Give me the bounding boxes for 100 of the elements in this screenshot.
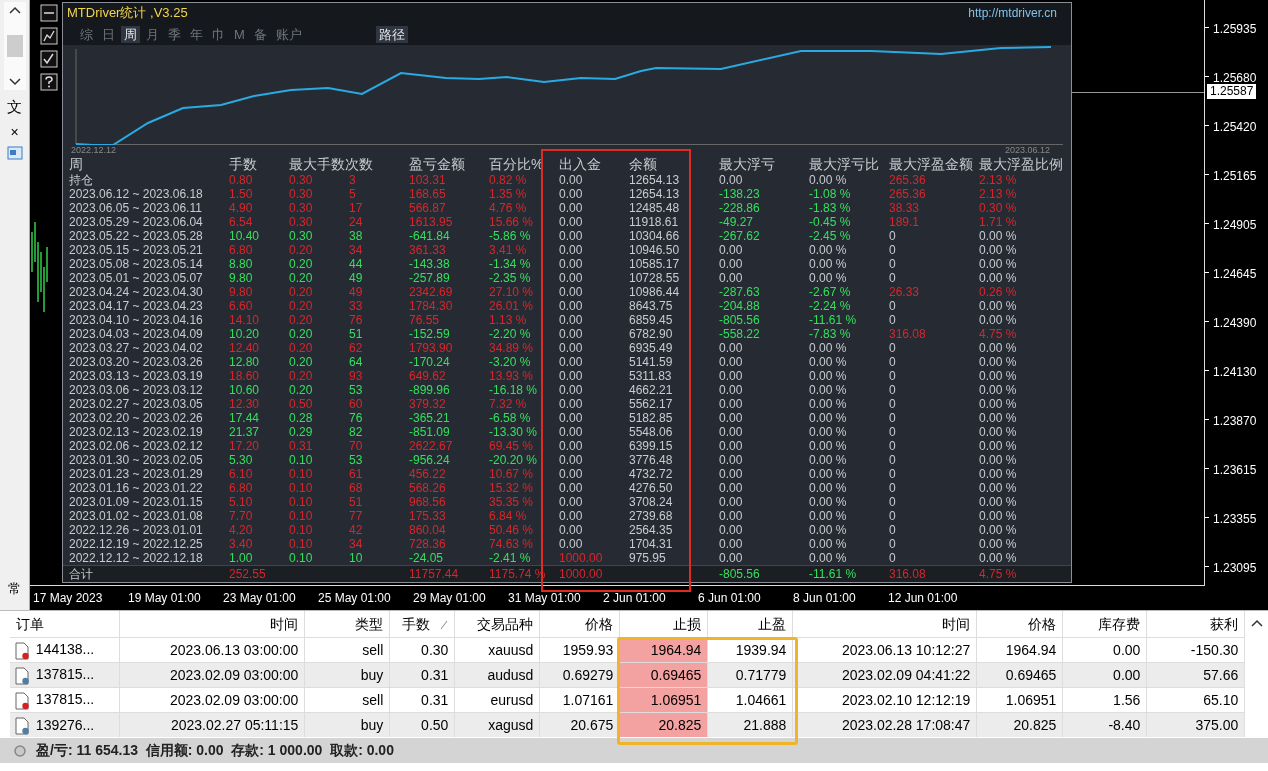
tab[interactable]: 巾 bbox=[209, 25, 228, 43]
table-cell-text: -228.86 bbox=[719, 201, 761, 215]
path-button[interactable]: 路径 bbox=[375, 25, 408, 43]
table-cell-text: 0.00 % bbox=[979, 355, 1018, 369]
scroll-up-icon[interactable] bbox=[8, 6, 21, 14]
table-cell-text: -1.08 % bbox=[809, 187, 852, 201]
tab[interactable]: 年 bbox=[187, 25, 206, 43]
table-cell-text: 0.00 bbox=[559, 341, 584, 355]
scroll-down-icon[interactable] bbox=[8, 78, 21, 86]
tab[interactable]: M bbox=[231, 25, 248, 43]
scroll-up-icon[interactable] bbox=[1250, 619, 1263, 627]
table-cell-text: 0 bbox=[889, 495, 897, 509]
table-cell-text: 0.00 bbox=[559, 411, 584, 425]
table-cell-text: 2023.03.13 ~ 2023.03.19 bbox=[69, 369, 204, 383]
table-cell-text: 1793.90 bbox=[409, 341, 454, 355]
table-cell-text: 0.00 bbox=[719, 453, 744, 467]
column-header[interactable]: 止损 bbox=[619, 611, 708, 637]
help-icon[interactable] bbox=[40, 73, 58, 91]
table-cell-text: 26.33 bbox=[889, 285, 921, 299]
scrollbar[interactable] bbox=[3, 2, 26, 90]
column-header[interactable]: 手数 bbox=[389, 611, 455, 637]
column-header: 余额 bbox=[629, 155, 657, 173]
axis-label: 31 May 01:00 bbox=[508, 590, 582, 607]
column-header: 最大浮亏 bbox=[719, 155, 775, 173]
axis-label: 1.24905 bbox=[1213, 217, 1257, 234]
table-cell-text: -287.63 bbox=[719, 285, 761, 299]
table-cell-text: 0 bbox=[889, 355, 897, 369]
table-cell-text: 34.89 % bbox=[489, 341, 535, 355]
tab[interactable]: 季 bbox=[165, 25, 184, 43]
table-cell-text: 0 bbox=[889, 243, 897, 257]
table-cell-text: 0.20 bbox=[289, 341, 314, 355]
table-cell-text: 2023.01.23 ~ 2023.01.29 bbox=[69, 467, 204, 481]
table-cell-text: 0.00 bbox=[559, 173, 584, 187]
table-cell-text: -365.21 bbox=[409, 411, 451, 425]
table-cell-text: 12654.13 bbox=[629, 173, 681, 187]
column-header[interactable]: 时间 bbox=[119, 611, 305, 637]
tab[interactable]: 备 bbox=[250, 25, 270, 43]
table-cell-text: 76 bbox=[349, 313, 364, 327]
column-header[interactable]: 类型 bbox=[304, 611, 390, 637]
table-cell: 57.66 bbox=[1146, 662, 1245, 687]
table-cell-text: 2023.06.12 ~ 2023.06.18 bbox=[69, 187, 204, 201]
column-header[interactable]: 库存费 bbox=[1062, 611, 1147, 637]
table-cell-text: 0.00 bbox=[559, 509, 584, 523]
table-cell-text: 0.00 % bbox=[809, 257, 848, 271]
table-cell-text: 1.13 % bbox=[489, 313, 528, 327]
column-header[interactable]: 订单 bbox=[9, 611, 120, 637]
table-cell-text: 10 bbox=[349, 551, 364, 565]
table-cell-text: 2.13 % bbox=[979, 173, 1018, 187]
column-header[interactable]: 价格 bbox=[539, 611, 620, 637]
table-cell-text: 2023.06.05 ~ 2023.06.11 bbox=[69, 201, 203, 215]
table-cell-text: 0.00 % bbox=[979, 523, 1018, 537]
column-header[interactable]: 价格 bbox=[976, 611, 1063, 637]
table-cell-text: 0.20 bbox=[289, 369, 314, 383]
table-cell-text: 0.10 bbox=[289, 537, 314, 551]
table-cell-text: -851.09 bbox=[409, 425, 451, 439]
tab[interactable]: 日 bbox=[99, 25, 118, 43]
table-cell-text: 38.33 bbox=[889, 201, 921, 215]
column-header[interactable]: 止盈 bbox=[707, 611, 793, 637]
tab-label[interactable]: 文 bbox=[7, 98, 22, 116]
table-cell-text: 62 bbox=[349, 341, 364, 355]
table-cell-text: 0.10 bbox=[289, 467, 314, 481]
table-cell-text: 34 bbox=[349, 537, 364, 551]
column-header[interactable]: 交易品种 bbox=[454, 611, 540, 637]
table-cell-text: 0.00 % bbox=[809, 243, 848, 257]
table-cell-text: 6.84 % bbox=[489, 509, 528, 523]
table-cell-text: 5 bbox=[349, 187, 357, 201]
check-icon[interactable] bbox=[40, 50, 58, 68]
table-cell-text: 6782.90 bbox=[629, 327, 674, 341]
tab[interactable]: 月 bbox=[143, 25, 162, 43]
chart-icon[interactable] bbox=[40, 27, 58, 45]
table-cell-text: 2023.01.09 ~ 2023.01.15 bbox=[69, 495, 204, 509]
table-cell-text: 70 bbox=[349, 439, 364, 453]
tab-label[interactable]: 常 bbox=[8, 578, 21, 598]
table-cell-text: 168.65 bbox=[409, 187, 447, 201]
tab[interactable]: 周 bbox=[121, 25, 140, 43]
table-cell-text: 0 bbox=[889, 271, 897, 285]
table-cell-text: 50.46 % bbox=[489, 523, 535, 537]
axis-label: 2022.12.12 bbox=[71, 145, 117, 155]
table-cell: 0.69465 bbox=[619, 662, 708, 687]
tab[interactable]: 账户 bbox=[272, 25, 305, 43]
scroll-thumb[interactable] bbox=[6, 35, 23, 57]
table-cell: xagusd bbox=[454, 712, 540, 737]
table-cell-text: 0.10 bbox=[289, 495, 314, 509]
table-cell-text: 0.00 % bbox=[809, 537, 848, 551]
table-cell-text: 12654.13 bbox=[629, 187, 681, 201]
close-button[interactable]: × bbox=[10, 124, 19, 140]
window-icon[interactable] bbox=[6, 146, 23, 160]
table-cell-text: 0.00 % bbox=[979, 369, 1018, 383]
table-cell-text: 0.00 % bbox=[979, 425, 1018, 439]
table-cell-text: 5548.06 bbox=[629, 425, 674, 439]
status-text: 盈/亏: 11 654.13 信用额: 0.00 存款: 1 000.00 取款: 0.00 bbox=[36, 741, 394, 760]
column-header[interactable]: 时间 bbox=[792, 611, 977, 637]
table-cell: 2023.02.09 04:41:22 bbox=[792, 662, 977, 687]
column-header[interactable]: 获利 bbox=[1146, 611, 1245, 637]
table-cell-text: 265.36 bbox=[889, 187, 927, 201]
tab[interactable]: 综 bbox=[77, 25, 96, 43]
table-cell-text: 0.00 bbox=[559, 355, 584, 369]
minimize-icon[interactable] bbox=[40, 4, 58, 22]
url-link[interactable]: http://mtdriver.cn bbox=[968, 4, 1057, 22]
table-cell-text: 0.00 bbox=[719, 411, 744, 425]
